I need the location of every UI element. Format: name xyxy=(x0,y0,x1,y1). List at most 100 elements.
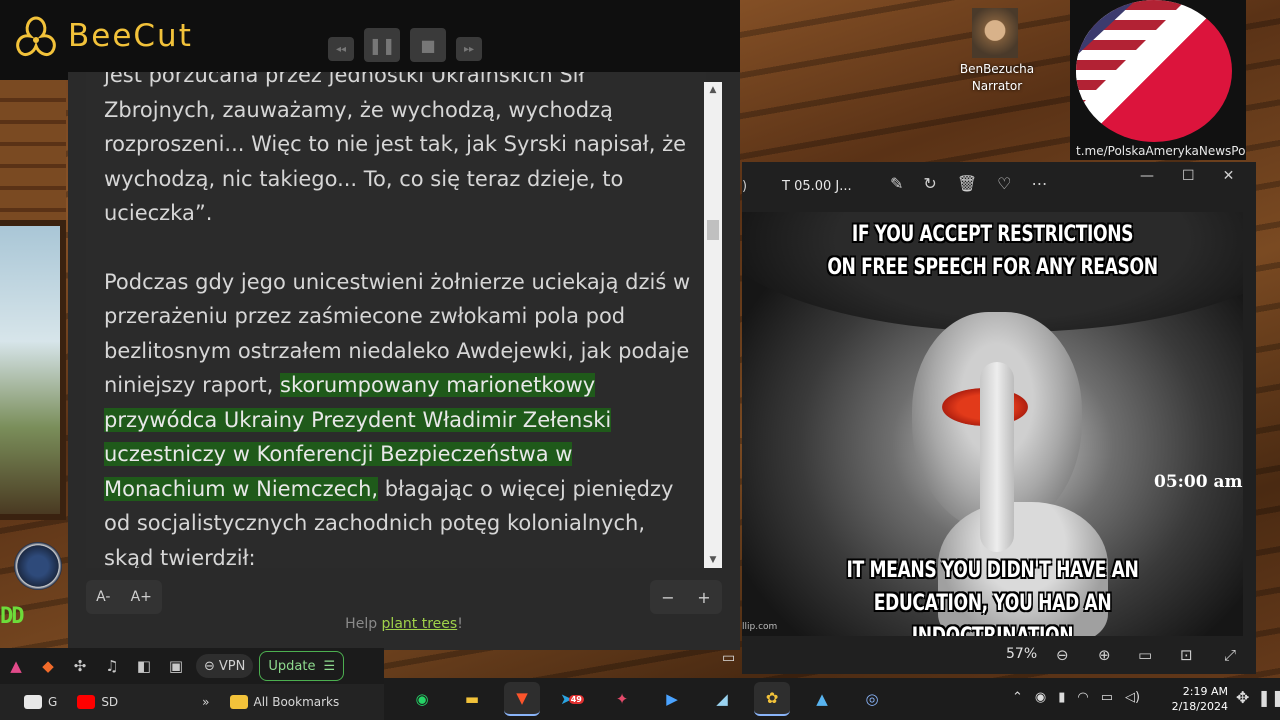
meme-top-text: IF YOU ACCEPT RESTRICTIONS ON FREE SPEEC… xyxy=(797,218,1188,284)
all-bookmarks-label: All Bookmarks xyxy=(253,695,340,709)
narrator-role: Narrator xyxy=(971,79,1023,93)
filmstrip-icon[interactable]: ▭ xyxy=(722,650,742,666)
help-prefix: Help xyxy=(345,616,382,632)
narrator-avatar-icon[interactable] xyxy=(972,8,1018,58)
all-bookmarks[interactable]: All Bookmarks xyxy=(229,695,340,709)
bookmark-g[interactable]: G xyxy=(24,695,57,709)
plant-trees-link[interactable]: plant trees xyxy=(382,616,458,632)
cabin-wall xyxy=(0,80,66,220)
zoom-out-icon[interactable]: ⊖ xyxy=(1056,646,1069,664)
brave-shield-icon[interactable]: ◆ xyxy=(32,652,64,680)
update-button[interactable]: Update ☰ xyxy=(259,651,345,681)
scroll-down-icon[interactable]: ▼ xyxy=(704,552,722,568)
forward-button[interactable]: ▸▸ xyxy=(456,37,482,61)
bookmarks-overflow[interactable]: » xyxy=(202,695,209,709)
meme-top-line-1: IF YOU ACCEPT RESTRICTIONS xyxy=(851,222,1134,247)
bookmarks-bar: G SD » All Bookmarks xyxy=(0,684,384,720)
meme-credit: llip.com xyxy=(742,622,778,632)
paragraph-2: Podczas gdy jego unicestwieni żołnierze … xyxy=(104,265,694,568)
battery-icon[interactable]: ▭ xyxy=(1101,690,1113,705)
viewer-tools: ✎ ↻ 🗑 ♡ ⋯ xyxy=(890,174,1047,193)
music-icon[interactable]: ♫ xyxy=(96,652,128,680)
fullscreen-icon[interactable]: ⤢ xyxy=(1224,646,1236,664)
edit-icon[interactable]: ✎ xyxy=(890,174,903,193)
meme-bottom-text: IT MEANS YOU DIDN'T HAVE AN EDUCATION, Y… xyxy=(797,554,1188,636)
system-tray: ⌃ ◉ ▮ ◠ ▭ ◁) xyxy=(1012,690,1140,705)
media-player-icon[interactable]: ▶ xyxy=(654,682,690,716)
delete-icon[interactable]: 🗑 xyxy=(957,174,977,193)
reader-panel: jest porzucana przez jednostki Ukraiński… xyxy=(68,72,740,650)
media-controls: ◂◂ ❚❚ ■ ▸▸ xyxy=(328,28,482,62)
minimize-icon[interactable]: — xyxy=(1140,168,1154,184)
tray-expand-icon[interactable]: ⌃ xyxy=(1012,690,1023,705)
help-plant-trees: Help plant trees! xyxy=(68,616,740,632)
youtube-icon xyxy=(77,695,96,709)
flag-overlay: t.me/PolskaAmerykaNewsPo xyxy=(1070,0,1246,160)
move-icon[interactable]: ✥ xyxy=(1236,688,1249,707)
bookmark-sd[interactable]: SD xyxy=(77,695,118,709)
volume-icon[interactable]: ◁) xyxy=(1125,690,1140,705)
telegram-icon[interactable]: ➤ 49 xyxy=(554,682,590,716)
bookmark-sd-label: SD xyxy=(101,695,119,709)
scroll-up-icon[interactable]: ▲ xyxy=(704,82,722,98)
rewind-button[interactable]: ◂◂ xyxy=(328,37,354,61)
chrome-icon[interactable]: ◎ xyxy=(854,682,890,716)
reader-scrollbar[interactable]: ▲ ▼ xyxy=(704,82,722,568)
left-green-logo: DD xyxy=(0,604,25,629)
beecut-header: BeeCut ◂◂ ❚❚ ■ ▸▸ xyxy=(0,0,740,80)
taskbar: ◉ ▬ ▼ ➤ 49 ✦ ▶ ◢ ✿ ▲ ◎ ⌃ ◉ ▮ ◠ ▭ ◁) 2:19 … xyxy=(384,678,1280,720)
meme-image: IF YOU ACCEPT RESTRICTIONS ON FREE SPEEC… xyxy=(742,212,1243,636)
whatsapp-icon[interactable]: ◉ xyxy=(404,682,440,716)
vpn-button[interactable]: ⊖ VPN xyxy=(196,654,254,678)
meme-time: 05:00 am xyxy=(1154,472,1243,492)
meme-finger xyxy=(980,362,1014,552)
maximize-icon[interactable]: ☐ xyxy=(1182,168,1195,184)
taskbar-apps: ◉ ▬ ▼ ➤ 49 ✦ ▶ ◢ ✿ ▲ ◎ xyxy=(404,682,890,716)
meme-top-line-2: ON FREE SPEECH FOR ANY REASON xyxy=(827,255,1158,280)
folder-icon xyxy=(229,695,248,709)
arc-icon[interactable]: ▲ xyxy=(0,652,32,680)
file-explorer-icon[interactable]: ▬ xyxy=(454,682,490,716)
favorite-icon[interactable]: ♡ xyxy=(997,174,1011,193)
beecut-taskbar-icon[interactable]: ✿ xyxy=(754,682,790,716)
notepad-icon[interactable]: ◢ xyxy=(704,682,740,716)
bee-logo-icon xyxy=(16,16,56,56)
vpn-app-icon[interactable]: ✦ xyxy=(604,682,640,716)
brave-browser-icon[interactable]: ▼ xyxy=(504,682,540,716)
window-controls: — ☐ ✕ xyxy=(1140,168,1234,184)
clock[interactable]: 2:19 AM 2/18/2024 xyxy=(1164,684,1228,714)
narrator-label[interactable]: BenBezucha Narrator xyxy=(942,61,1052,95)
extensions-icon[interactable]: ✣ xyxy=(64,652,96,680)
zoom-in-icon[interactable]: ⊕ xyxy=(1098,646,1111,664)
vpn-status-icon: ⊖ xyxy=(204,658,215,674)
fit-screen-icon[interactable]: ▭ xyxy=(1138,646,1152,664)
pause-button[interactable]: ❚❚ xyxy=(364,28,400,62)
scroll-thumb[interactable] xyxy=(707,220,719,240)
font-decrease-button[interactable]: A- xyxy=(96,589,110,605)
more-icon[interactable]: ⋯ xyxy=(1031,174,1047,193)
wallet-icon[interactable]: ▣ xyxy=(160,652,192,680)
clock-time: 2:19 AM xyxy=(1182,685,1228,698)
space-force-logo-icon[interactable] xyxy=(14,542,62,590)
narrator-name: BenBezucha xyxy=(959,62,1035,76)
pause-overlay-icon[interactable]: ❚❚ xyxy=(1257,688,1280,707)
close-icon[interactable]: ✕ xyxy=(1223,168,1235,184)
clock-date: 2/18/2024 xyxy=(1171,700,1228,713)
photo-viewer-window: ) T 05.00 J... ✎ ↻ 🗑 ♡ ⋯ — ☐ ✕ IF YOU AC… xyxy=(742,162,1256,674)
viewer-title-bar: ) T 05.00 J... ✎ ↻ 🗑 ♡ ⋯ — ☐ ✕ xyxy=(742,162,1256,212)
actual-size-icon[interactable]: ⊡ xyxy=(1180,646,1193,664)
zoom-in-button[interactable]: + xyxy=(697,588,710,607)
rotate-icon[interactable]: ↻ xyxy=(923,174,936,193)
zoom-out-button[interactable]: − xyxy=(661,588,674,607)
sidebar-icon[interactable]: ◧ xyxy=(128,652,160,680)
microphone-icon[interactable]: ▮ xyxy=(1058,690,1065,705)
photos-icon[interactable]: ▲ xyxy=(804,682,840,716)
stop-button[interactable]: ■ xyxy=(410,28,446,62)
viewer-file-title: T 05.00 J... xyxy=(782,179,852,194)
reader-text-area[interactable]: jest porzucana przez jednostki Ukraiński… xyxy=(86,72,706,568)
bookmark-g-label: G xyxy=(48,695,58,709)
wifi-icon[interactable]: ◠ xyxy=(1077,690,1088,705)
viewer-footer: 57% ⊖ ⊕ ▭ ⊡ ⤢ xyxy=(742,636,1256,674)
font-increase-button[interactable]: A+ xyxy=(131,589,152,605)
tray-app-icon[interactable]: ◉ xyxy=(1035,690,1046,705)
